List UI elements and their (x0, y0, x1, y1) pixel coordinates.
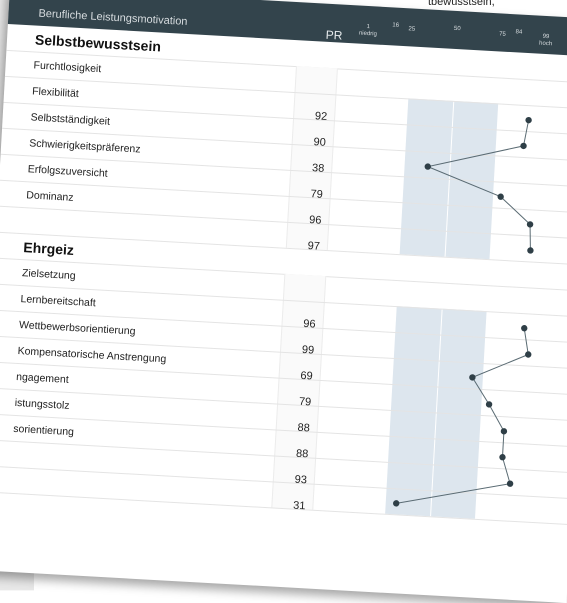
profile-chart (393, 116, 534, 507)
profile-point (500, 428, 508, 435)
profile-point (525, 351, 532, 358)
profile-point (520, 142, 527, 150)
profile-point (469, 374, 476, 381)
profile-point (499, 454, 506, 461)
background-text-fragment: tbewusstsein, (428, 0, 495, 8)
profile-point (527, 247, 534, 254)
profile-point (506, 480, 514, 487)
score-sheet: Berufliche Leistungsmotivation PR 1 niedr… (0, 0, 567, 603)
profile-point (525, 116, 532, 124)
profile-line (426, 120, 531, 251)
profile-point (393, 500, 400, 507)
profile-point (521, 325, 528, 332)
profile-point (424, 163, 431, 170)
profile-point (485, 401, 493, 408)
